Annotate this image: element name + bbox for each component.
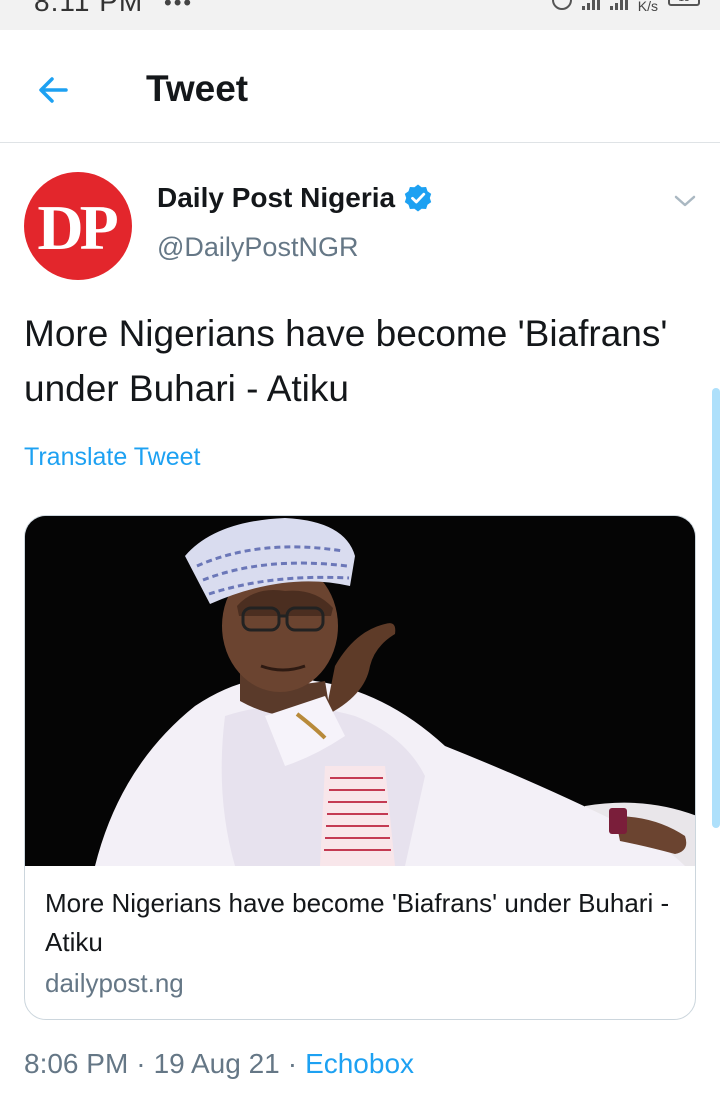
avatar[interactable]: DP	[24, 172, 132, 280]
author-name-text: Daily Post Nigeria	[157, 182, 396, 213]
page-title: Tweet	[146, 68, 249, 109]
translate-tweet-link[interactable]: Translate Tweet	[24, 443, 200, 472]
scrollbar[interactable]	[712, 388, 720, 828]
card-title: More Nigerians have become 'Biafrans' un…	[45, 888, 670, 957]
tweet-source-link[interactable]: Echobox	[305, 1048, 414, 1080]
chevron-down-icon	[674, 195, 696, 207]
tweet-metadata: 8:06 PM · 19 Aug 21 · Echobox	[24, 1048, 414, 1080]
link-preview-card[interactable]: More Nigerians have become 'Biafrans' un…	[24, 515, 696, 1020]
tweet-date: 19 Aug 21	[153, 1048, 280, 1079]
verified-badge-icon	[404, 184, 432, 212]
network-speed: K/s	[637, 0, 658, 14]
meta-separator: ·	[136, 1048, 146, 1079]
meta-separator-2: ·	[287, 1048, 298, 1079]
status-time: 8:11 PM	[34, 0, 144, 17]
signal-strength-icon-2	[609, 0, 628, 10]
author-name[interactable]: Daily Post Nigeria	[157, 182, 433, 214]
signal-strength-icon	[581, 0, 600, 10]
arrow-left-icon	[39, 77, 68, 103]
status-bar: 8:11 PM ••• K/s 13	[0, 0, 720, 30]
app-header: Tweet	[0, 30, 720, 143]
avatar-logo-text: DP	[37, 192, 118, 263]
alarm-clock-icon	[551, 0, 572, 10]
author-handle[interactable]: @DailyPostNGR	[157, 232, 358, 263]
back-button[interactable]	[30, 65, 80, 115]
card-domain: dailypost.ng	[45, 968, 184, 998]
tweet-detail: DP Daily Post Nigeria @DailyPostNGR More…	[0, 144, 720, 1104]
tweet-time: 8:06 PM	[24, 1048, 129, 1079]
status-icons: K/s 13	[551, 0, 700, 14]
card-image	[25, 516, 695, 866]
status-dots: •••	[164, 0, 194, 15]
battery-icon: 13	[668, 0, 700, 6]
card-photo	[25, 516, 695, 866]
tweet-text: More Nigerians have become 'Biafrans' un…	[24, 313, 668, 409]
tweet-options-button[interactable]	[668, 184, 702, 218]
